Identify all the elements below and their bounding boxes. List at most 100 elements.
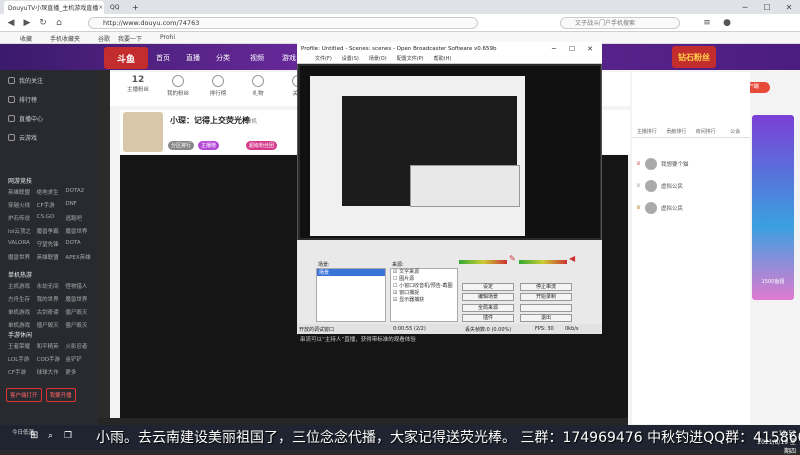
- rank-row[interactable]: ♛ 虚拟公民: [636, 180, 683, 192]
- tab-guild[interactable]: 公会: [720, 128, 750, 138]
- search-input[interactable]: 文子战斗门户手机搜索: [560, 17, 680, 29]
- task-view-icon[interactable]: ❐: [64, 431, 72, 441]
- streamer-avatar[interactable]: [123, 112, 163, 152]
- category-item[interactable]: 永劫无间: [37, 282, 66, 290]
- category-item[interactable]: 魔兽争霸: [37, 227, 66, 235]
- source-item[interactable]: ☑ 窗口捕捉: [391, 290, 457, 297]
- forward-icon[interactable]: ▶: [20, 17, 34, 29]
- douyu-logo[interactable]: 斗鱼: [104, 47, 148, 69]
- minimize-icon[interactable]: ─: [734, 0, 756, 14]
- category-item[interactable]: APEX英雄: [65, 253, 94, 261]
- nav-live[interactable]: 直播: [186, 53, 200, 63]
- global-sources-button[interactable]: 全局来源: [462, 304, 514, 312]
- rank-row[interactable]: ♛ 虚拟公民: [636, 202, 683, 214]
- category-item[interactable]: 金铲铲: [65, 355, 94, 363]
- category-item[interactable]: 僵尸毁灭: [65, 321, 94, 329]
- bookmark-item[interactable]: Prohi: [160, 34, 175, 41]
- close-icon[interactable]: ×: [98, 4, 103, 11]
- bookmark-item[interactable]: 收藏: [20, 34, 32, 43]
- category-item[interactable]: COD手游: [37, 355, 66, 363]
- pill-rank[interactable]: 分区排行: [168, 141, 195, 150]
- maximize-icon[interactable]: ☐: [563, 42, 581, 55]
- category-item[interactable]: 英雄联盟: [37, 253, 66, 261]
- category-item[interactable]: 主机游戏: [8, 282, 37, 290]
- start-record-button[interactable]: 开始录制: [520, 293, 572, 301]
- sidebar-item-follow[interactable]: 我的关注: [8, 76, 43, 85]
- category-item[interactable]: 僵尸毁灭: [37, 321, 66, 329]
- menu-icon[interactable]: ≡: [700, 17, 714, 29]
- tab-contrib-rank[interactable]: 贡献排行: [661, 128, 691, 138]
- close-window-icon[interactable]: ✕: [778, 0, 800, 14]
- category-item[interactable]: 方舟生存: [8, 295, 37, 303]
- stream-category[interactable]: 单机: [246, 117, 257, 125]
- bookmark-item[interactable]: 我要一下: [118, 34, 142, 43]
- close-icon[interactable]: ✕: [581, 42, 599, 55]
- sources-list[interactable]: ☑ 文字来源 ☐ 图片源 ☐ 小窗口收音机/预告-截图 ☑ 窗口捕捉 ☑ 显示器…: [390, 268, 458, 322]
- category-item[interactable]: 魔兽世界: [65, 295, 94, 303]
- category-item[interactable]: DOTA: [65, 240, 94, 248]
- scenes-list[interactable]: 场景: [316, 268, 386, 322]
- category-item[interactable]: 炉石传说: [8, 214, 37, 222]
- category-item[interactable]: 王者荣耀: [8, 342, 37, 350]
- minimize-icon[interactable]: ─: [545, 42, 563, 55]
- menu-scene[interactable]: 场景(O): [369, 55, 387, 63]
- icon-myfans[interactable]: 我的粉丝: [160, 75, 196, 97]
- source-item[interactable]: ☐ 小窗口收音机/预告-截图: [391, 283, 457, 290]
- menu-profile[interactable]: 配置文件(P): [397, 55, 424, 63]
- system-clock[interactable]: 12:52 2021/8/19 星期四: [752, 430, 796, 455]
- category-item[interactable]: VALORA: [8, 240, 37, 248]
- settings-button[interactable]: 设定: [462, 283, 514, 291]
- source-item[interactable]: ☑ 文字来源: [391, 269, 457, 276]
- refresh-icon[interactable]: ↻: [36, 17, 50, 29]
- category-item[interactable]: 我的世界: [37, 295, 66, 303]
- category-item[interactable]: CS:GO: [37, 214, 66, 222]
- windows-start-icon[interactable]: ⊞: [30, 430, 38, 441]
- url-input[interactable]: http://www.douyu.com/74763: [88, 17, 478, 29]
- category-item[interactable]: 怪物猎人: [65, 282, 94, 290]
- nav-category[interactable]: 分类: [216, 53, 230, 63]
- category-item[interactable]: 单机游戏: [8, 321, 37, 329]
- category-item[interactable]: 英雄联盟: [8, 188, 37, 196]
- tab-anchor-rank[interactable]: 主播排行: [632, 128, 662, 138]
- side-ad-banner[interactable]: [752, 115, 794, 300]
- open-client-button[interactable]: 客户端打开: [6, 388, 42, 402]
- sidebar-item-center[interactable]: 直播中心: [8, 114, 43, 123]
- menu-file[interactable]: 文件(F): [315, 55, 332, 63]
- new-tab-button[interactable]: +: [128, 1, 146, 14]
- menu-help[interactable]: 帮助(H): [434, 55, 452, 63]
- category-item[interactable]: 魔兽世界: [65, 227, 94, 235]
- search-icon[interactable]: ⌕: [48, 431, 53, 441]
- category-item[interactable]: LOL手游: [8, 355, 37, 363]
- user-icon[interactable]: ●: [720, 17, 734, 29]
- home-icon[interactable]: ⌂: [52, 17, 66, 29]
- category-item[interactable]: DNF: [65, 201, 94, 209]
- category-item[interactable]: 僵尸毁灭: [65, 308, 94, 316]
- start-stream-button[interactable]: 我要开播: [45, 388, 76, 402]
- category-item[interactable]: CF手游: [8, 368, 37, 376]
- nav-video[interactable]: 视频: [250, 53, 264, 63]
- icon-gift[interactable]: 礼物: [240, 75, 276, 97]
- category-item[interactable]: 球球大作: [37, 368, 66, 376]
- edit-scene-button[interactable]: 编辑场景: [462, 293, 514, 301]
- nav-home[interactable]: 首页: [156, 53, 170, 63]
- category-item[interactable]: 守望先锋: [37, 240, 66, 248]
- category-item[interactable]: 单机游戏: [8, 308, 37, 316]
- source-item[interactable]: ☑ 显示器捕获: [391, 297, 457, 304]
- category-item[interactable]: 魔兽世界: [8, 253, 37, 261]
- menu-settings[interactable]: 设置(S): [342, 55, 359, 63]
- category-item[interactable]: DOTA2: [65, 188, 94, 196]
- tab-douyu[interactable]: DouyuTV小琛直播_主机游戏直播 ×: [4, 1, 104, 14]
- source-item[interactable]: ☐ 图片源: [391, 276, 457, 283]
- tab-room-rank[interactable]: 房间排行: [691, 128, 721, 138]
- nav-game[interactable]: 游戏: [282, 53, 296, 63]
- tab-qq[interactable]: QQ: [106, 1, 126, 14]
- pill-fans[interactable]: 超级粉丝团: [246, 141, 278, 150]
- bookmark-item[interactable]: 谷歌: [98, 34, 110, 43]
- category-item[interactable]: 和平精英: [37, 342, 66, 350]
- category-item[interactable]: 更多: [65, 368, 94, 376]
- category-item[interactable]: CF手游: [37, 201, 66, 209]
- category-item[interactable]: 绝地求生: [37, 188, 66, 196]
- pill-anchor[interactable]: 主播榜: [198, 141, 220, 150]
- icon-fans[interactable]: 12 主播粉丝: [120, 75, 156, 93]
- sidebar-item-cloud[interactable]: 云游戏: [8, 133, 37, 142]
